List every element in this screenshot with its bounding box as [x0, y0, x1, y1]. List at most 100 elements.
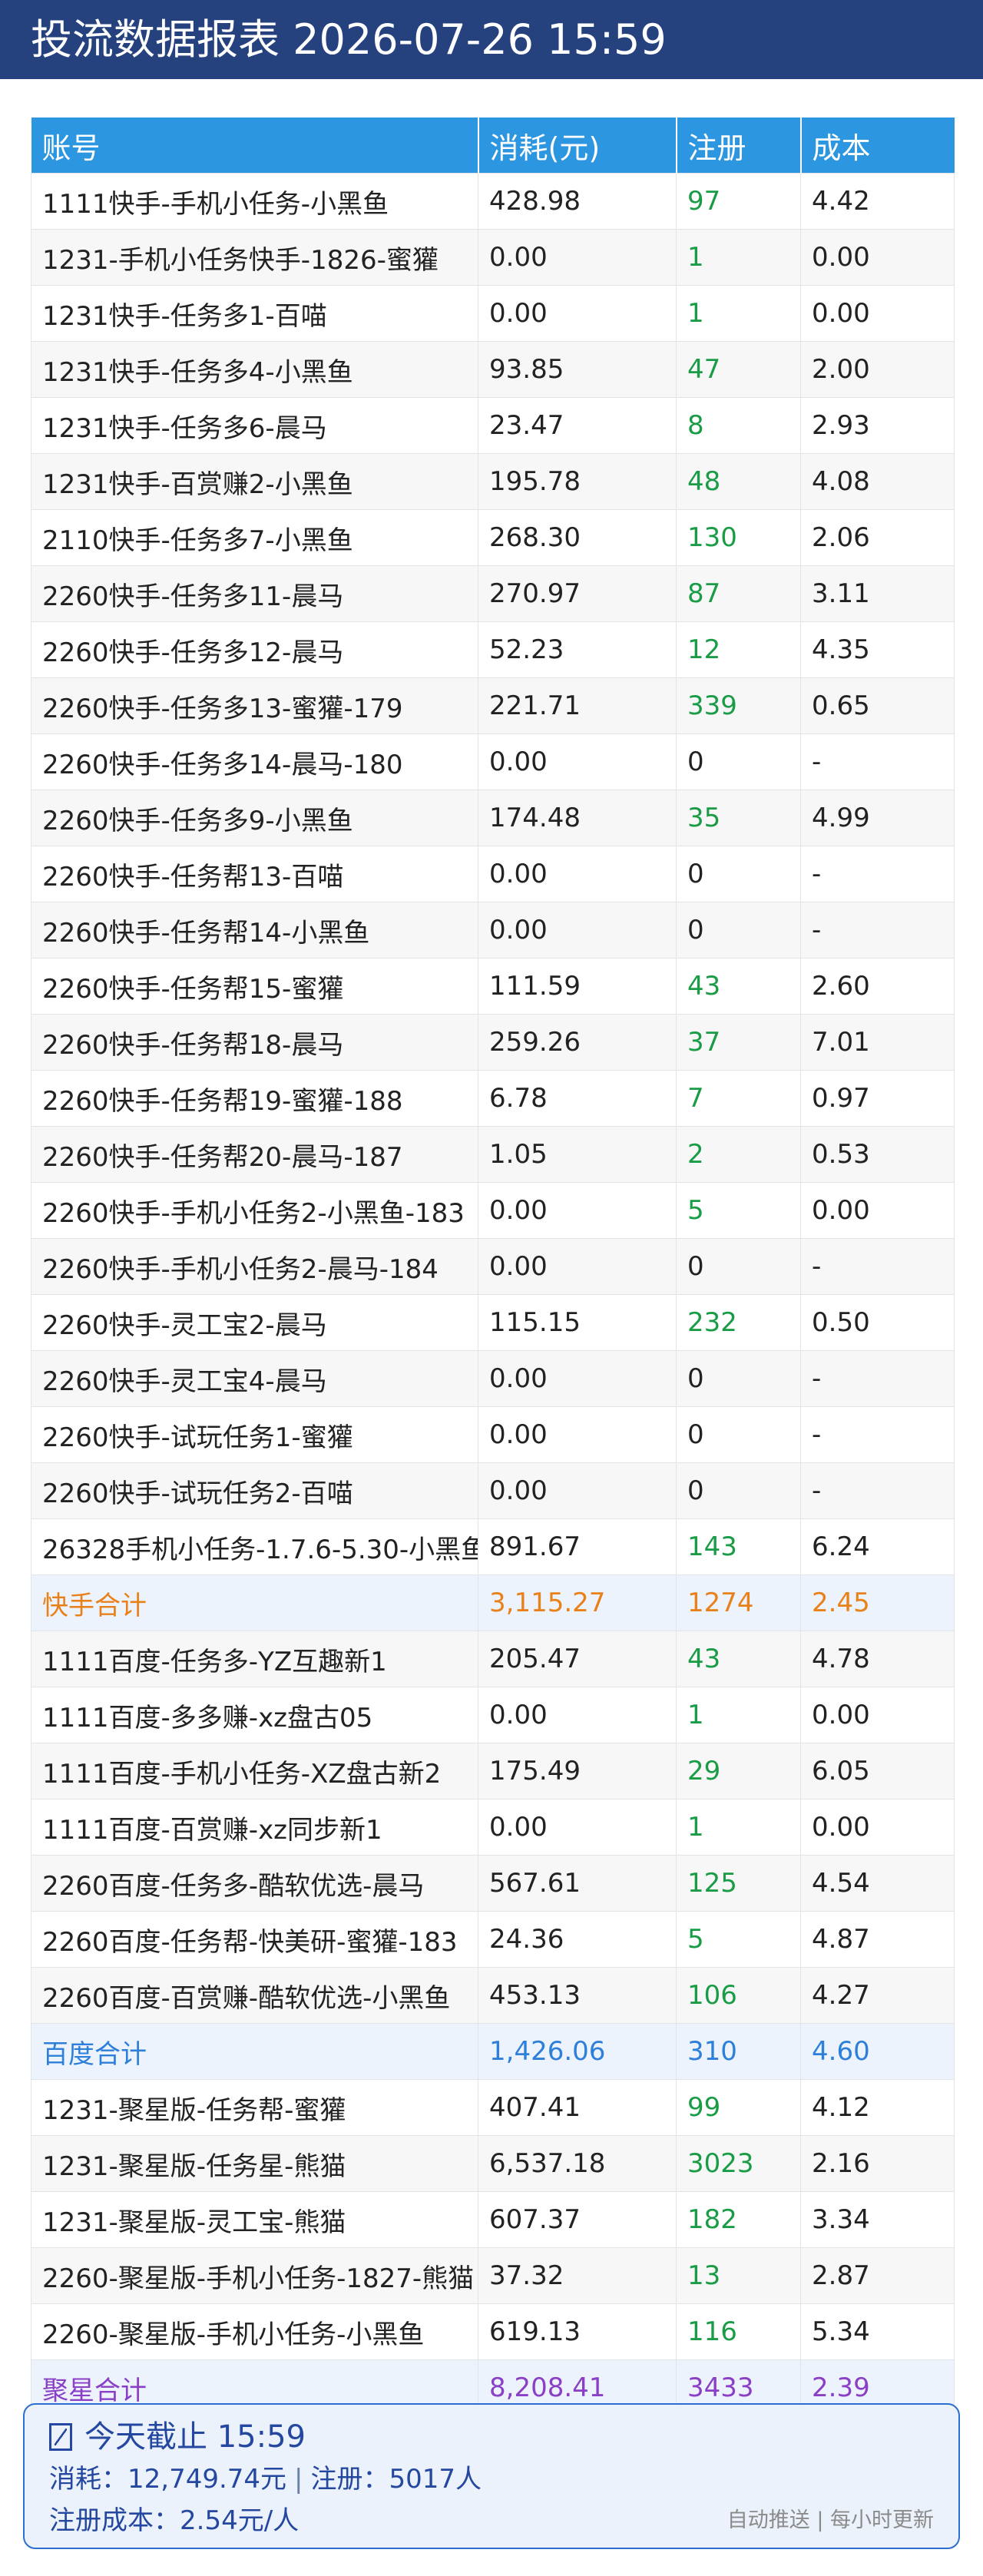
- table-row: 2260快手-任务多14-晨马-180 0.00 0-: [31, 733, 955, 790]
- cell-registrations: 29: [676, 1743, 801, 1800]
- table-row: 1231快手-任务多4-小黑鱼 93.85 47 2.00: [31, 341, 955, 398]
- cell-account: 1111快手-手机小任务-小黑鱼: [31, 173, 478, 230]
- table-row: 1111百度-手机小任务-XZ盘古新2 175.49 29 6.05: [31, 1743, 955, 1800]
- table-row: 2260百度-百赏赚-酷软优选-小黑鱼 453.13 106 4.27: [31, 1967, 955, 2024]
- table-header-row: 账号 消耗(元) 注册 成本: [31, 118, 955, 174]
- cell-unit-cost: 2.16: [800, 2135, 955, 2192]
- cell-account: 1231快手-任务多6-晨马: [31, 397, 478, 454]
- cell-registrations: 125: [676, 1855, 801, 1912]
- cell-unit-cost: 7.01: [800, 1014, 955, 1071]
- cell-account: 2260快手-任务帮19-蜜獾-188: [31, 1070, 478, 1127]
- cell-unit-cost: 4.99: [800, 790, 955, 846]
- cell-cost: 407.41: [478, 2079, 677, 2136]
- cell-account: 2260快手-任务帮20-晨马-187: [31, 1126, 478, 1183]
- cell-registrations: 106: [676, 1967, 801, 2024]
- cell-unit-cost: -: [800, 846, 955, 902]
- cell-registrations: 3023: [676, 2135, 801, 2192]
- cell-account: 1111百度-任务多-YZ互趣新1: [31, 1631, 478, 1687]
- cell-unit-cost: 4.87: [800, 1911, 955, 1968]
- cell-registrations: 47: [676, 341, 801, 398]
- cell-registrations: 0: [676, 733, 801, 790]
- cell-unit-cost: 2.00: [800, 341, 955, 398]
- cell-registrations: 130: [676, 509, 801, 566]
- cell-unit-cost: 0.00: [800, 1182, 955, 1239]
- cell-cost: 567.61: [478, 1855, 677, 1912]
- cell-cost: 0.00: [478, 1238, 677, 1295]
- summary-title: 今天截止 15:59: [84, 2419, 306, 2455]
- table-row: 1231-聚星版-灵工宝-熊猫 607.37 182 3.34: [31, 2191, 955, 2248]
- cell-cost: 205.47: [478, 1631, 677, 1687]
- subtotal-row: 快手合计 3,115.27 1274 2.45: [31, 1574, 955, 1631]
- table-row: 1231-手机小任务快手-1826-蜜獾 0.00 1 0.00: [31, 229, 955, 286]
- cell-account: 1231快手-任务多1-百喵: [31, 285, 478, 342]
- table-row: 1111百度-多多赚-xz盘古05 0.00 1 0.00: [31, 1687, 955, 1743]
- cell-cost: 6.78: [478, 1070, 677, 1127]
- summary-total-cost: 消耗：12,749.74元: [49, 2464, 287, 2495]
- cell-registrations: 1: [676, 229, 801, 286]
- cell-registrations: 99: [676, 2079, 801, 2136]
- table-row: 1231快手-任务多1-百喵 0.00 1 0.00: [31, 285, 955, 342]
- cell-registrations: 143: [676, 1518, 801, 1575]
- cell-unit-cost: 4.42: [800, 173, 955, 230]
- column-header-registrations: 注册: [676, 118, 802, 174]
- cell-registrations: 0: [676, 1406, 801, 1463]
- cell-unit-cost: 2.60: [800, 958, 955, 1015]
- cell-cost: 0.00: [478, 1350, 677, 1407]
- cell-registrations: 48: [676, 453, 801, 510]
- summary-unit-cost: 注册成本：2.54元/人: [49, 2505, 300, 2536]
- cell-unit-cost: 0.97: [800, 1070, 955, 1127]
- table-header: 账号 消耗(元) 注册 成本: [31, 118, 955, 174]
- cell-cost: 24.36: [478, 1911, 677, 1968]
- cell-account: 2110快手-任务多7-小黑鱼: [31, 509, 478, 566]
- table-row: 2260快手-灵工宝2-晨马 115.15 232 0.50: [31, 1294, 955, 1351]
- table-row: 2260快手-手机小任务2-晨马-184 0.00 0-: [31, 1238, 955, 1295]
- cell-account: 2260快手-任务多12-晨马: [31, 621, 478, 678]
- cell-unit-cost: 6.24: [800, 1518, 955, 1575]
- cell-unit-cost: 4.60: [800, 2023, 955, 2080]
- subtotal-row: 百度合计 1,426.06 310 4.60: [31, 2023, 955, 2080]
- cell-account: 2260快手-任务帮15-蜜獾: [31, 958, 478, 1015]
- column-header-unit-cost: 成本: [800, 118, 955, 174]
- cell-registrations: 1: [676, 285, 801, 342]
- cell-cost: 0.00: [478, 1799, 677, 1856]
- cell-cost: 1.05: [478, 1126, 677, 1183]
- summary-update-note: 自动推送 | 每小时更新: [726, 2508, 934, 2532]
- cell-account: 2260-聚星版-手机小任务-小黑鱼: [31, 2303, 478, 2360]
- report-title-bar: 投流数据报表 2026-07-26 15:59: [0, 0, 983, 79]
- cell-registrations: 35: [676, 790, 801, 846]
- cell-registrations: 5: [676, 1911, 801, 1968]
- table-body: 1111快手-手机小任务-小黑鱼 428.98 97 4.42 1231-手机小任务快手…: [31, 173, 955, 2416]
- table-row: 2260-聚星版-手机小任务-小黑鱼 619.13 116 5.34: [31, 2303, 955, 2360]
- cell-registrations: 1: [676, 1799, 801, 1856]
- cell-registrations: 8: [676, 397, 801, 454]
- cell-registrations: 339: [676, 677, 801, 734]
- table-row: 2260快手-任务帮15-蜜獾 111.59 43 2.60: [31, 958, 955, 1015]
- cell-unit-cost: 0.50: [800, 1294, 955, 1351]
- cell-registrations: 12: [676, 621, 801, 678]
- cell-unit-cost: -: [800, 1406, 955, 1463]
- summary-title-row: 今天截止 15:59: [49, 2415, 934, 2458]
- cell-account: 2260百度-任务帮-快美研-蜜獾-183: [31, 1911, 478, 1968]
- cell-unit-cost: 0.00: [800, 285, 955, 342]
- cell-unit-cost: -: [800, 1462, 955, 1519]
- cell-unit-cost: 4.54: [800, 1855, 955, 1912]
- cell-account: 1231快手-任务多4-小黑鱼: [31, 341, 478, 398]
- cell-registrations: 97: [676, 173, 801, 230]
- cell-registrations: 0: [676, 1462, 801, 1519]
- cell-account: 2260快手-试玩任务1-蜜獾: [31, 1406, 478, 1463]
- cell-unit-cost: 5.34: [800, 2303, 955, 2360]
- cell-unit-cost: 6.05: [800, 1743, 955, 1800]
- cell-cost: 195.78: [478, 453, 677, 510]
- table-row: 1231-聚星版-任务星-熊猫 6,537.18 3023 2.16: [31, 2135, 955, 2192]
- cell-registrations: 0: [676, 1238, 801, 1295]
- cell-cost: 111.59: [478, 958, 677, 1015]
- cell-registrations: 43: [676, 1631, 801, 1687]
- cell-account: 2260快手-任务帮13-百喵: [31, 846, 478, 902]
- cell-account: 2260快手-任务多9-小黑鱼: [31, 790, 478, 846]
- cell-registrations: 0: [676, 1350, 801, 1407]
- cell-account: 2260快手-任务帮18-晨马: [31, 1014, 478, 1071]
- cell-account: 2260快手-手机小任务2-小黑鱼-183: [31, 1182, 478, 1239]
- cell-unit-cost: 2.06: [800, 509, 955, 566]
- cell-account: 2260百度-百赏赚-酷软优选-小黑鱼: [31, 1967, 478, 2024]
- cell-cost: 37.32: [478, 2247, 677, 2304]
